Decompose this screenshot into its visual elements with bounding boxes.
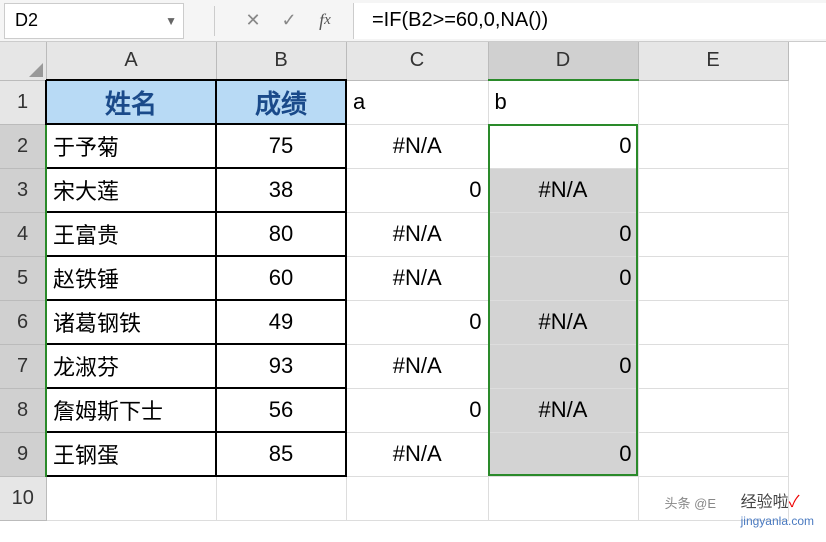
select-all-corner[interactable]	[0, 42, 46, 80]
cell-B3[interactable]: 38	[216, 168, 346, 212]
cell-E6[interactable]	[638, 300, 788, 344]
cell-C10[interactable]	[346, 476, 488, 520]
cell-B5[interactable]: 60	[216, 256, 346, 300]
cell-E4[interactable]	[638, 212, 788, 256]
cell-B6[interactable]: 49	[216, 300, 346, 344]
row-header-5[interactable]: 5	[0, 256, 46, 300]
cell-E3[interactable]	[638, 168, 788, 212]
cell-E5[interactable]	[638, 256, 788, 300]
cell-C3[interactable]: 0	[346, 168, 488, 212]
cell-B8[interactable]: 56	[216, 388, 346, 432]
check-icon: ✓	[789, 494, 800, 511]
cell-D10[interactable]	[488, 476, 638, 520]
cell-E2[interactable]	[638, 124, 788, 168]
cell-A4[interactable]: 王富贵	[46, 212, 216, 256]
formula-text: =IF(B2>=60,0,NA())	[372, 9, 548, 32]
name-box[interactable]: D2 ▼	[4, 3, 184, 39]
col-header-E[interactable]: E	[638, 42, 788, 80]
col-header-B[interactable]: B	[216, 42, 346, 80]
row-header-1[interactable]: 1	[0, 80, 46, 124]
row-header-4[interactable]: 4	[0, 212, 46, 256]
cell-D2[interactable]: 0	[488, 124, 638, 168]
row-header-2[interactable]: 2	[0, 124, 46, 168]
cell-C7[interactable]: #N/A	[346, 344, 488, 388]
cell-E9[interactable]	[638, 432, 788, 476]
cell-D6[interactable]: #N/A	[488, 300, 638, 344]
cell-A8[interactable]: 詹姆斯下士	[46, 388, 216, 432]
cell-A3[interactable]: 宋大莲	[46, 168, 216, 212]
spreadsheet-grid[interactable]: A B C D E 1 姓名 成绩 a b 2 于予菊 75 #N/A 0 3 …	[0, 42, 789, 521]
watermark-url: jingyanla.com	[741, 514, 814, 528]
cell-D8[interactable]: #N/A	[488, 388, 638, 432]
row-header-7[interactable]: 7	[0, 344, 46, 388]
cell-D5[interactable]: 0	[488, 256, 638, 300]
cell-C9[interactable]: #N/A	[346, 432, 488, 476]
watermark: 经验啦✓ jingyanla.com	[741, 488, 814, 530]
cell-C4[interactable]: #N/A	[346, 212, 488, 256]
col-header-A[interactable]: A	[46, 42, 216, 80]
cell-C8[interactable]: 0	[346, 388, 488, 432]
divider	[214, 6, 215, 36]
fx-icon[interactable]: fx	[307, 3, 343, 39]
cancel-icon[interactable]: ✕	[235, 3, 271, 39]
row-header-8[interactable]: 8	[0, 388, 46, 432]
cell-D3[interactable]: #N/A	[488, 168, 638, 212]
chevron-down-icon[interactable]: ▼	[165, 14, 177, 28]
cell-B10[interactable]	[216, 476, 346, 520]
cell-A6[interactable]: 诸葛钢铁	[46, 300, 216, 344]
cell-E8[interactable]	[638, 388, 788, 432]
cell-D4[interactable]: 0	[488, 212, 638, 256]
cell-E1[interactable]	[638, 80, 788, 124]
cell-D7[interactable]: 0	[488, 344, 638, 388]
cell-E7[interactable]	[638, 344, 788, 388]
toutiao-watermark: 头条 @E	[665, 493, 716, 512]
cell-C2[interactable]: #N/A	[346, 124, 488, 168]
row-header-10[interactable]: 10	[0, 476, 46, 520]
formula-input[interactable]: =IF(B2>=60,0,NA())	[353, 3, 826, 39]
cell-A2[interactable]: 于予菊	[46, 124, 216, 168]
grid-area: A B C D E 1 姓名 成绩 a b 2 于予菊 75 #N/A 0 3 …	[0, 42, 826, 521]
formula-bar: D2 ▼ ✕ ✓ fx =IF(B2>=60,0,NA())	[0, 0, 826, 42]
enter-icon[interactable]: ✓	[271, 3, 307, 39]
cell-B4[interactable]: 80	[216, 212, 346, 256]
name-box-value: D2	[15, 10, 38, 31]
cell-B7[interactable]: 93	[216, 344, 346, 388]
cell-A10[interactable]	[46, 476, 216, 520]
cell-B2[interactable]: 75	[216, 124, 346, 168]
cell-C6[interactable]: 0	[346, 300, 488, 344]
row-header-6[interactable]: 6	[0, 300, 46, 344]
cell-B1[interactable]: 成绩	[216, 80, 346, 124]
row-header-3[interactable]: 3	[0, 168, 46, 212]
cell-A9[interactable]: 王钢蛋	[46, 432, 216, 476]
cell-B9[interactable]: 85	[216, 432, 346, 476]
cell-C5[interactable]: #N/A	[346, 256, 488, 300]
cell-D9[interactable]: 0	[488, 432, 638, 476]
row-header-9[interactable]: 9	[0, 432, 46, 476]
cell-A7[interactable]: 龙淑芬	[46, 344, 216, 388]
col-header-D[interactable]: D	[488, 42, 638, 80]
col-header-C[interactable]: C	[346, 42, 488, 80]
cell-A1[interactable]: 姓名	[46, 80, 216, 124]
watermark-text: 经验啦	[741, 494, 789, 511]
cell-A5[interactable]: 赵铁锤	[46, 256, 216, 300]
cell-D1[interactable]: b	[488, 80, 638, 124]
cell-C1[interactable]: a	[346, 80, 488, 124]
